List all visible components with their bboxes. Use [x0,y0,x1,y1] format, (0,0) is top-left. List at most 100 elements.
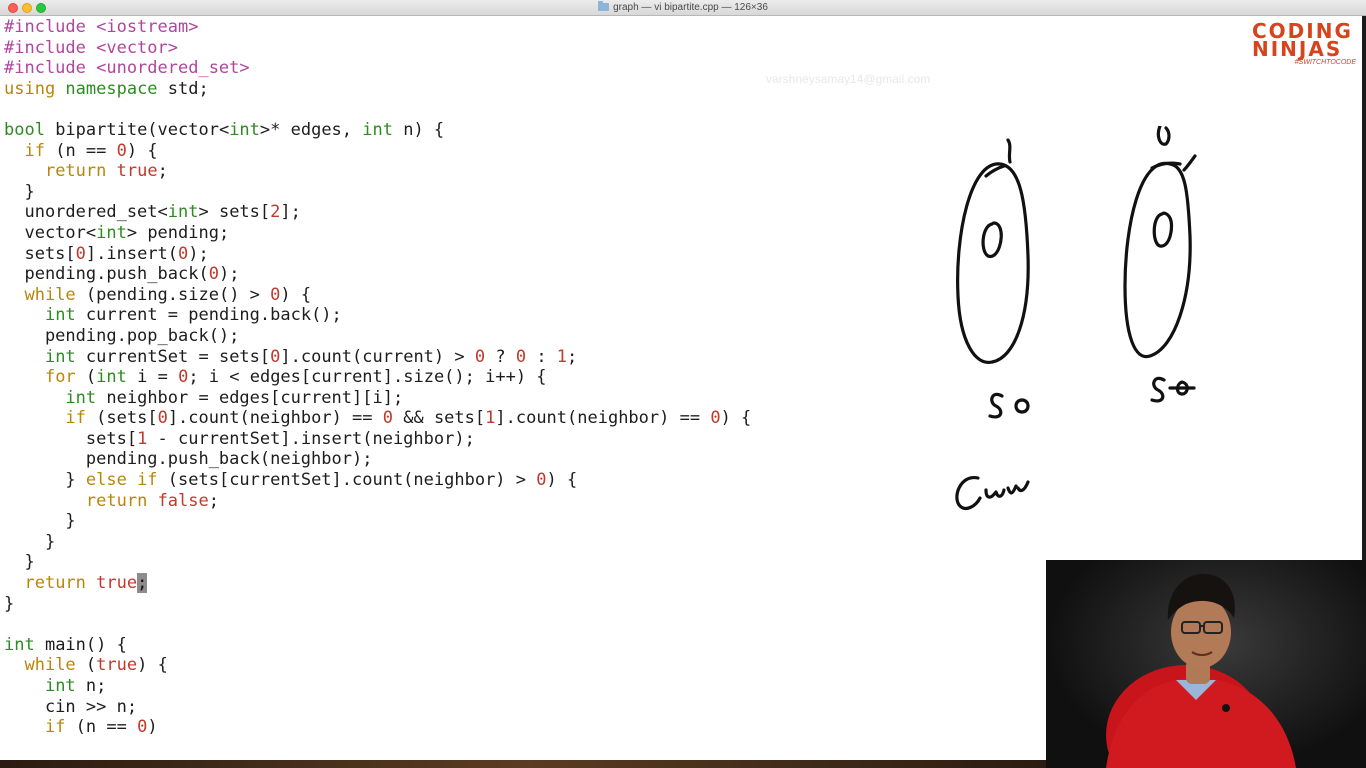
code-token: (pending.size() > [75,284,271,305]
code-token: n; [75,676,107,696]
code-line[interactable]: for (int i = 0; i < edges[current].size(… [4,367,751,388]
code-token: ].count(current) > [280,346,475,367]
code-token: unordered_set< [4,202,168,223]
window-title: graph — vi bipartite.cpp — 126×36 [613,2,768,13]
coding-ninjas-logo: CODING NINJAS #SWITCHTOCODE [1252,21,1356,70]
code-line[interactable]: #include <vector> [4,38,751,59]
code-token: 2 [270,202,281,223]
code-line[interactable]: bool bipartite(vector<int>* edges, int n… [4,120,751,141]
code-line[interactable]: } [4,532,751,553]
code-token: 1 [137,428,148,449]
code-token: pending.push_back(neighbor); [4,449,373,470]
code-token: if [65,408,86,429]
text-cursor: ; [137,573,148,594]
code-token: ); [218,264,240,285]
code-line[interactable] [4,614,751,635]
code-token: ; [208,490,219,511]
code-line[interactable]: int current = pending.back(); [4,305,751,326]
code-token: ( [75,367,97,388]
code-line[interactable]: while (true) { [4,655,751,676]
code-token: ; [567,346,578,367]
code-line[interactable]: int neighbor = edges[current][i]; [4,388,751,409]
code-line[interactable]: } [4,552,751,573]
code-area[interactable]: #include <iostream> #include <vector> #inc… [4,17,751,738]
code-token: cin >> n; [4,696,138,717]
code-line[interactable]: pending.push_back(0); [4,264,751,285]
code-token: > pending; [126,222,230,243]
code-line[interactable]: if (sets[0].count(neighbor) == 0 && sets… [4,408,751,429]
code-line[interactable]: sets[0].insert(0); [4,244,751,265]
code-line[interactable]: } [4,182,751,203]
code-token: && sets[ [393,408,486,429]
code-token: 1 [485,408,496,429]
code-token: ) { [126,140,158,161]
code-line[interactable]: sets[1 - currentSet].insert(neighbor); [4,429,751,450]
code-token: ) { [280,284,312,305]
code-token: } [4,511,76,532]
code-line[interactable]: int currentSet = sets[0].count(current) … [4,347,751,368]
code-line[interactable]: using namespace std; [4,79,751,100]
curr-label-stroke [955,476,1030,511]
code-line[interactable]: return true; [4,161,751,182]
code-line[interactable]: } else if (sets[currentSet].count(neighb… [4,470,751,491]
code-token: (sets[currentSet].count(neighbor) > [157,470,537,491]
code-token: sets[ [4,243,76,264]
code-token: (n == [65,717,138,738]
code-token: ; [157,161,168,182]
s0-label-zero [1014,398,1030,414]
code-line[interactable]: int n; [4,676,751,697]
code-token: if [24,140,45,161]
s1-label-mark [1168,380,1196,396]
code-line[interactable]: return true; [4,573,751,594]
code-line[interactable]: #include <iostream> [4,17,751,38]
code-token: ? [485,346,516,367]
code-token: } [4,593,15,614]
code-token: int [229,119,260,140]
code-line[interactable]: unordered_set<int> sets[2]; [4,202,751,223]
code-line[interactable]: } [4,594,751,615]
code-token: ) { [137,655,168,676]
code-token: true [96,655,138,676]
code-line[interactable]: while (pending.size() > 0) { [4,285,751,306]
code-token: 0 [137,717,148,738]
code-line[interactable]: #include <unordered_set> [4,58,751,79]
folder-icon [598,1,610,11]
code-line[interactable] [4,99,751,120]
code-token: int [44,676,76,696]
code-line[interactable]: return false; [4,491,751,512]
code-token: std; [157,78,209,99]
code-line[interactable]: vector<int> pending; [4,223,751,244]
code-token: 0 [178,243,189,264]
code-token: ) [147,717,158,738]
code-line[interactable]: if (n == 0) { [4,141,751,162]
code-token: ; i < edges[current].size(); i++) { [188,367,547,388]
code-line[interactable]: pending.pop_back(); [4,326,751,347]
code-token: #include <vector> [4,37,178,58]
code-line[interactable]: } [4,511,751,532]
code-token: } [4,531,56,552]
code-line[interactable]: int main() { [4,635,751,656]
code-line[interactable]: pending.push_back(neighbor); [4,449,751,470]
code-token: while [24,655,76,676]
code-token: } [4,181,35,202]
code-token: currentSet = sets[ [75,346,271,367]
code-token: 0 [270,284,281,305]
code-token: 0 [75,243,86,264]
code-line[interactable]: cin >> n; [4,697,751,718]
code-token: (sets[ [85,408,158,429]
code-token: >* edges, [259,119,363,140]
code-line[interactable]: if (n == 0) [4,717,751,738]
code-token: 0 [536,470,547,491]
code-token: 0 [515,346,527,367]
